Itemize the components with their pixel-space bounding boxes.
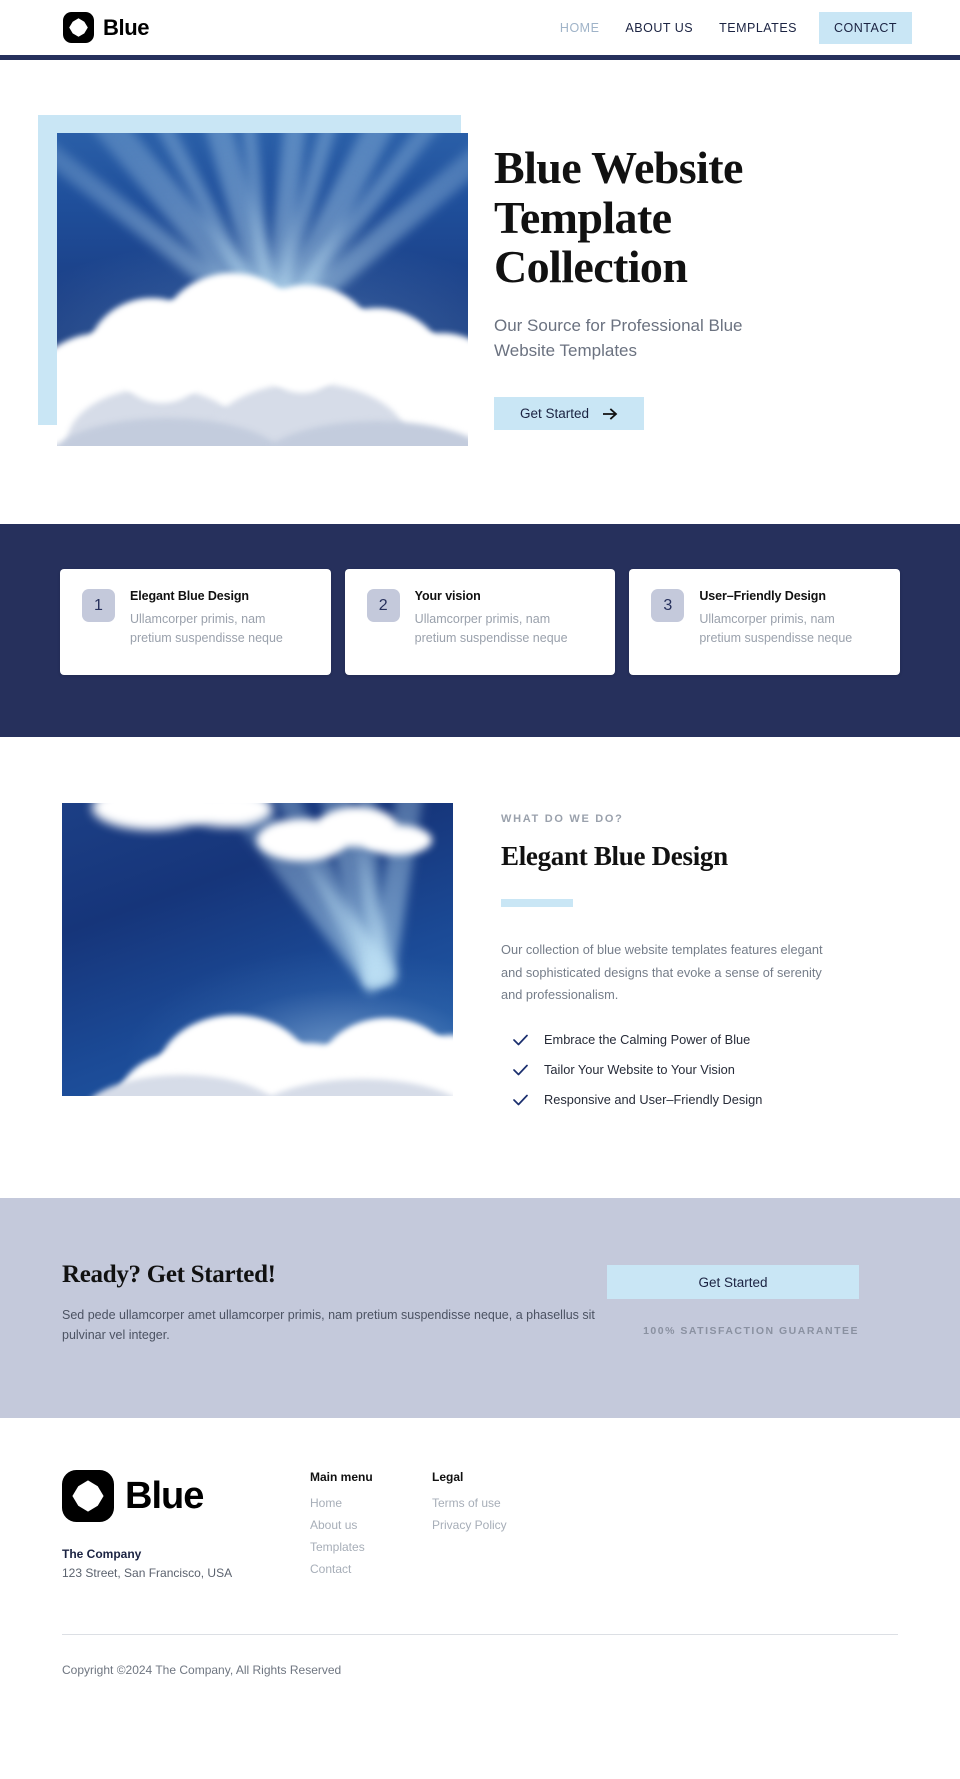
about-eyebrow: WHAT DO WE DO? — [501, 812, 624, 825]
checklist-label: Embrace the Calming Power of Blue — [544, 1032, 751, 1048]
feature-checklist: Embrace the Calming Power of Blue Tailor… — [501, 1032, 848, 1107]
about-body: Our collection of blue website templates… — [501, 941, 823, 1003]
footer-link-privacy-policy[interactable]: Privacy Policy — [432, 1518, 507, 1532]
checklist-label: Tailor Your Website to Your Vision — [544, 1062, 735, 1078]
footer-link-about-us[interactable]: About us — [310, 1518, 432, 1532]
hero-get-started-label: Get Started — [520, 406, 590, 422]
cta-section: Ready? Get Started! Sed pede ullamcorper… — [0, 1198, 960, 1418]
blue-logo-icon — [62, 1469, 114, 1522]
about-media — [0, 802, 453, 1096]
hero-copy: Blue Website Template Collection Our Sou… — [470, 115, 960, 431]
cta-copy: Ready? Get Started! Sed pede ullamcorper… — [62, 1261, 607, 1346]
step-description: Ullamcorper primis, nam pretium suspendi… — [699, 612, 853, 646]
footer-column-title: Legal — [432, 1469, 464, 1484]
step-number-badge: 2 — [366, 589, 400, 622]
footer-columns: Blue The Company 123 Street, San Francis… — [62, 1469, 898, 1584]
footer-company-name: The Company — [62, 1546, 142, 1561]
about-section: WHAT DO WE DO? Elegant Blue Design Our c… — [0, 736, 960, 1199]
cta-body: Sed pede ullamcorper amet ullamcorper pr… — [62, 1308, 595, 1343]
sky-art — [57, 133, 468, 446]
nav-item-about-us[interactable]: ABOUT US — [612, 12, 706, 44]
step-description: Ullamcorper primis, nam pretium suspendi… — [414, 612, 568, 646]
hero-title: Blue Website Template Collection — [494, 142, 743, 293]
hero-media — [0, 115, 470, 446]
step-title: Your vision — [414, 589, 481, 603]
cta-title: Ready? Get Started! — [62, 1261, 276, 1289]
list-item: Embrace the Calming Power of Blue — [501, 1032, 848, 1047]
blue-logo-icon — [63, 12, 94, 43]
step-number-badge: 3 — [651, 589, 685, 622]
check-icon — [513, 1094, 528, 1105]
footer-logo[interactable]: Blue — [62, 1469, 310, 1522]
main-nav: HOME ABOUT US TEMPLATES CONTACT — [547, 11, 912, 44]
about-image — [62, 802, 453, 1096]
site-header: Blue HOME ABOUT US TEMPLATES CONTACT — [0, 0, 960, 55]
footer-brand-name: Blue — [125, 1474, 204, 1517]
check-icon — [513, 1034, 528, 1045]
step-card[interactable]: 1 Elegant Blue Design Ullamcorper primis… — [60, 569, 331, 675]
footer-link-templates[interactable]: Templates — [310, 1540, 432, 1554]
step-card[interactable]: 3 User–Friendly Design Ullamcorper primi… — [629, 569, 901, 675]
footer-link-terms-of-use[interactable]: Terms of use — [432, 1496, 507, 1510]
footer-address: 123 Street, San Francisco, USA — [62, 1565, 233, 1580]
footer-divider — [62, 1633, 898, 1635]
steps-row: 1 Elegant Blue Design Ullamcorper primis… — [0, 569, 960, 675]
copyright-text: Copyright ©2024 The Company, All Rights … — [62, 1662, 342, 1677]
about-copy: WHAT DO WE DO? Elegant Blue Design Our c… — [453, 803, 960, 1122]
footer-link-contact[interactable]: Contact — [310, 1562, 432, 1576]
nav-item-templates[interactable]: TEMPLATES — [706, 12, 810, 44]
hero-section: Blue Website Template Collection Our Sou… — [0, 60, 960, 524]
checklist-label: Responsive and User–Friendly Design — [544, 1092, 763, 1108]
list-item: Responsive and User–Friendly Design — [501, 1092, 848, 1107]
footer-link-home[interactable]: Home — [310, 1496, 432, 1510]
cta-get-started-button[interactable]: Get Started — [607, 1265, 859, 1300]
about-title: Elegant Blue Design — [501, 840, 728, 871]
footer-column-main-menu: Main menu Home About us Templates Contac… — [310, 1470, 432, 1584]
title-divider — [501, 898, 573, 907]
brand-name: Blue — [103, 14, 150, 40]
step-number-badge: 1 — [82, 589, 115, 622]
list-item: Tailor Your Website to Your Vision — [501, 1062, 848, 1077]
steps-section: 1 Elegant Blue Design Ullamcorper primis… — [0, 524, 960, 737]
footer-column-title: Main menu — [310, 1469, 373, 1484]
nav-item-contact[interactable]: CONTACT — [819, 11, 912, 44]
check-icon — [513, 1064, 528, 1075]
sky-art — [62, 802, 453, 1096]
landing-page: Blue HOME ABOUT US TEMPLATES CONTACT Blu… — [0, 0, 960, 1717]
brand-logo[interactable]: Blue — [63, 12, 149, 43]
step-card[interactable]: 2 Your vision Ullamcorper primis, nam pr… — [344, 569, 616, 675]
hero-subtitle: Our Source for Professional Blue Website… — [494, 316, 743, 360]
hero-image — [57, 133, 468, 446]
site-footer: Blue The Company 123 Street, San Francis… — [0, 1417, 960, 1717]
footer-column-legal: Legal Terms of use Privacy Policy — [432, 1470, 507, 1540]
hero-get-started-button[interactable]: Get Started — [494, 397, 645, 431]
nav-item-home[interactable]: HOME — [547, 12, 613, 44]
step-title: Elegant Blue Design — [130, 589, 249, 603]
satisfaction-guarantee-text: 100% SATISFACTION GUARANTEE — [643, 1325, 859, 1338]
step-description: Ullamcorper primis, nam pretium suspendi… — [130, 612, 283, 646]
footer-brand-block: Blue The Company 123 Street, San Francis… — [62, 1469, 310, 1580]
arrow-right-icon — [603, 408, 618, 420]
cta-action: Get Started 100% SATISFACTION GUARANTEE — [607, 1265, 859, 1337]
step-title: User–Friendly Design — [699, 589, 826, 603]
